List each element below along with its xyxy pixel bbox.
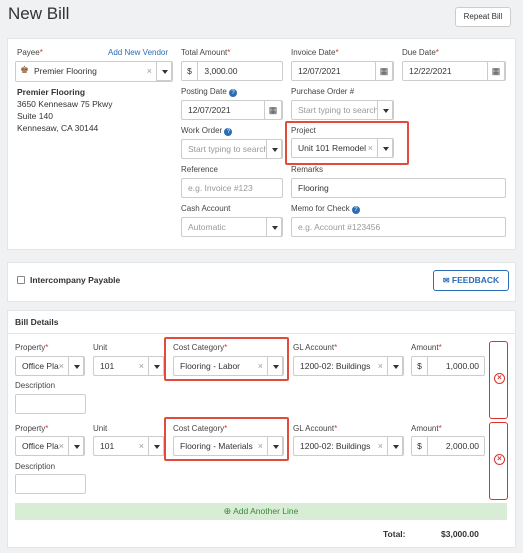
chevron-down-icon[interactable] — [68, 437, 84, 455]
help-icon[interactable]: ? — [351, 206, 360, 214]
unit-select[interactable]: 101 × — [93, 356, 165, 376]
chevron-down-icon[interactable] — [266, 218, 282, 236]
total-label: Total: — [383, 529, 406, 539]
invoice-date-label: Invoice Date* — [291, 48, 339, 57]
close-circle-icon: × — [494, 454, 505, 465]
amount-label: Amount* — [411, 343, 442, 352]
memo-input[interactable]: e.g. Account #123456 — [291, 217, 506, 237]
posting-date-input[interactable]: 12/07/2021 ▦ — [181, 100, 283, 120]
mail-icon: ✉ — [442, 276, 450, 285]
help-icon[interactable]: ? — [229, 89, 238, 97]
plus-circle-icon: ⊕ — [223, 506, 232, 516]
remarks-input[interactable]: Flooring — [291, 178, 506, 198]
bill-details-title: Bill Details — [15, 317, 59, 327]
unit-label: Unit — [93, 343, 108, 352]
total-amount-input[interactable]: $ 3,000.00 — [181, 61, 283, 81]
cash-account-select[interactable]: Automatic — [181, 217, 283, 237]
clear-icon[interactable]: × — [139, 357, 144, 375]
add-another-line-button[interactable]: ⊕ Add Another Line — [15, 503, 507, 520]
amount-label: Amount* — [411, 424, 442, 433]
property-select[interactable]: Office Pla × — [15, 356, 85, 376]
clear-icon[interactable]: × — [139, 437, 144, 455]
clear-icon[interactable]: × — [59, 357, 64, 375]
calendar-icon[interactable]: ▦ — [375, 62, 393, 80]
property-label: Property* — [15, 343, 49, 352]
description-label: Description — [15, 462, 56, 471]
chevron-down-icon[interactable] — [148, 437, 164, 455]
cost-category-select[interactable]: Flooring - Labor × — [173, 356, 284, 376]
help-icon[interactable]: ? — [224, 128, 233, 136]
payee-address-name: Premier Flooring — [17, 87, 86, 97]
unit-label: Unit — [93, 424, 108, 433]
work-order-select[interactable]: Start typing to search — [181, 139, 283, 159]
memo-label: Memo for Check ? — [291, 204, 360, 214]
payee-select[interactable]: ♚ Premier Flooring × — [15, 61, 173, 82]
page-title: New Bill — [8, 4, 70, 23]
total-amount-label: Total Amount* — [181, 48, 231, 57]
description-input[interactable] — [15, 474, 86, 494]
property-select[interactable]: Office Pla × — [15, 436, 85, 456]
feedback-button[interactable]: ✉ FEEDBACK — [433, 270, 509, 291]
total-value: $3,000.00 — [441, 529, 479, 539]
gl-account-label: GL Account* — [293, 343, 338, 352]
intercompany-checkbox[interactable] — [17, 276, 25, 284]
remove-line-button[interactable]: × — [489, 341, 508, 419]
payee-address-line2: Suite 140 — [17, 111, 53, 121]
chevron-down-icon[interactable] — [377, 101, 393, 119]
clear-icon[interactable]: × — [258, 357, 263, 375]
payee-label: Payee* — [17, 48, 43, 57]
due-date-input[interactable]: 12/22/2021 ▦ — [402, 61, 506, 81]
clear-icon[interactable]: × — [147, 62, 152, 80]
project-label: Project — [291, 126, 316, 135]
property-label: Property* — [15, 424, 49, 433]
add-new-vendor-link[interactable]: Add New Vendor — [108, 48, 168, 57]
project-select[interactable]: Unit 101 Remodel × — [291, 138, 394, 158]
chevron-down-icon[interactable] — [68, 357, 84, 375]
divider — [7, 333, 516, 334]
description-label: Description — [15, 381, 56, 390]
gl-account-label: GL Account* — [293, 424, 338, 433]
description-input[interactable] — [15, 394, 86, 414]
gl-account-select[interactable]: 1200-02: Buildings × — [293, 436, 404, 456]
remarks-label: Remarks — [291, 165, 324, 174]
amount-input[interactable]: $ 1,000.00 — [411, 356, 485, 376]
intercompany-label: Intercompany Payable — [30, 275, 121, 285]
clear-icon[interactable]: × — [378, 357, 383, 375]
remove-line-button[interactable]: × — [489, 422, 508, 500]
purchase-order-select[interactable]: Start typing to search — [291, 100, 394, 120]
clear-icon[interactable]: × — [258, 437, 263, 455]
chevron-down-icon[interactable] — [377, 139, 393, 157]
chevron-down-icon[interactable] — [148, 357, 164, 375]
chevron-down-icon[interactable] — [267, 437, 283, 455]
payee-address-line1: 3650 Kennesaw 75 Pkwy — [17, 99, 113, 109]
calendar-icon[interactable]: ▦ — [264, 101, 282, 119]
posting-date-label: Posting Date ? — [181, 87, 238, 97]
close-circle-icon: × — [494, 373, 505, 384]
clear-icon[interactable]: × — [378, 437, 383, 455]
chevron-down-icon[interactable] — [387, 357, 403, 375]
calendar-icon[interactable]: ▦ — [487, 62, 505, 80]
vendor-icon: ♚ — [20, 65, 29, 76]
unit-select[interactable]: 101 × — [93, 436, 165, 456]
invoice-date-input[interactable]: 12/07/2021 ▦ — [291, 61, 394, 81]
amount-input[interactable]: $ 2,000.00 — [411, 436, 485, 456]
chevron-down-icon[interactable] — [387, 437, 403, 455]
payee-address-line3: Kennesaw, CA 30144 — [17, 123, 99, 133]
gl-account-select[interactable]: 1200-02: Buildings × — [293, 356, 404, 376]
work-order-label: Work Order ? — [181, 126, 233, 136]
purchase-order-label: Purchase Order # — [291, 87, 355, 96]
reference-label: Reference — [181, 165, 218, 174]
chevron-down-icon[interactable] — [266, 140, 282, 158]
cash-account-label: Cash Account — [181, 204, 231, 213]
reference-input[interactable]: e.g. Invoice #123 — [181, 178, 283, 198]
clear-icon[interactable]: × — [368, 139, 373, 157]
cost-category-select[interactable]: Flooring - Materials × — [173, 436, 284, 456]
chevron-down-icon[interactable] — [267, 357, 283, 375]
chevron-down-icon[interactable] — [156, 62, 172, 81]
due-date-label: Due Date* — [402, 48, 439, 57]
clear-icon[interactable]: × — [59, 437, 64, 455]
repeat-bill-button[interactable]: Repeat Bill — [455, 7, 511, 27]
